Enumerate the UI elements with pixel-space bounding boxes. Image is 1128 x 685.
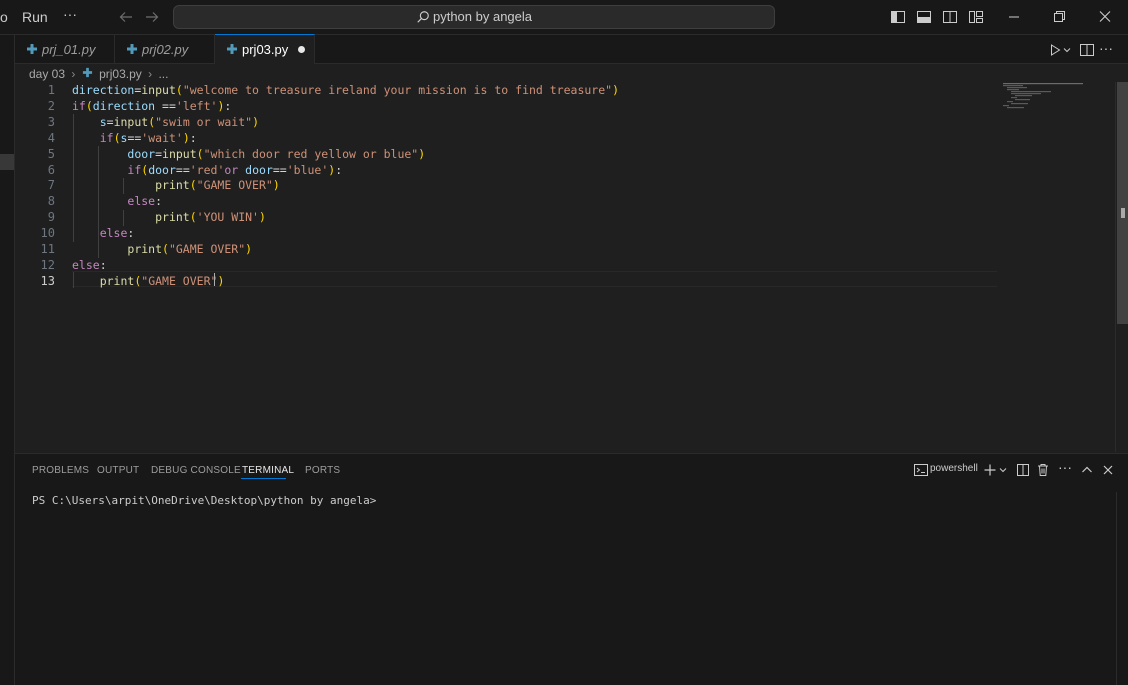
code-line[interactable]: door=input("which door red yellow or blu… [72, 146, 425, 162]
line-number[interactable]: 11 [15, 241, 55, 257]
run-options-chevron-down-icon[interactable] [1062, 42, 1072, 58]
toggle-secondary-sidebar-icon[interactable] [942, 9, 958, 25]
activity-bar-active-item[interactable] [0, 154, 14, 170]
python-file-icon [126, 43, 138, 55]
line-number[interactable]: 3 [15, 114, 55, 130]
bottom-panel: PROBLEMS OUTPUT DEBUG CONSOLE TERMINAL P… [15, 453, 1128, 685]
python-file-icon [82, 67, 93, 81]
tab-terminal[interactable]: TERMINAL [242, 465, 294, 476]
line-number[interactable]: 4 [15, 130, 55, 146]
code-line[interactable]: else: [72, 193, 162, 209]
command-center-search[interactable]: python by angela [173, 5, 775, 29]
close-window-icon[interactable] [1095, 8, 1115, 26]
active-tab-indicator [241, 478, 286, 479]
search-label: python by angela [432, 9, 533, 24]
tab-label: prj03.py [242, 42, 289, 57]
panel-more-actions-icon[interactable]: ··· [1058, 459, 1074, 475]
line-number[interactable]: 13 [15, 273, 55, 289]
text-cursor [214, 273, 215, 286]
back-arrow-icon[interactable] [115, 6, 137, 28]
code-line[interactable]: else: [72, 257, 107, 273]
forward-arrow-icon[interactable] [141, 6, 163, 28]
line-number[interactable]: 10 [15, 225, 55, 241]
toggle-panel-icon[interactable] [916, 9, 932, 25]
code-line[interactable]: else: [72, 225, 135, 241]
code-line[interactable]: print("GAME OVER") [72, 273, 225, 289]
line-number[interactable]: 8 [15, 193, 55, 209]
search-icon [416, 9, 433, 24]
tab-debug-console[interactable]: DEBUG CONSOLE [151, 465, 241, 476]
menu-run[interactable]: Run [22, 9, 48, 25]
title-bar: o Run ··· python by angela [0, 0, 1128, 35]
tab-prj-01[interactable]: prj_01.py [15, 35, 115, 64]
code-line[interactable]: if(door=='red'or door=='blue'): [72, 162, 342, 178]
line-number[interactable]: 2 [15, 98, 55, 114]
tab-problems[interactable]: PROBLEMS [32, 465, 89, 476]
restore-icon[interactable] [1049, 8, 1069, 26]
code-line[interactable]: print('YOU WIN') [72, 209, 266, 225]
breadcrumb: day 03 › prj03.py › ... [29, 66, 168, 82]
editor-scrollbar-thumb[interactable] [1117, 82, 1128, 324]
minimize-icon[interactable] [1004, 8, 1024, 26]
line-number[interactable]: 12 [15, 257, 55, 273]
tab-ports[interactable]: PORTS [305, 465, 340, 476]
customize-layout-icon[interactable] [968, 9, 984, 25]
split-terminal-icon[interactable] [1015, 462, 1031, 478]
run-python-file-icon[interactable] [1047, 42, 1063, 58]
editor-scrollbar-cursor-marker [1121, 208, 1125, 218]
new-terminal-plus-icon[interactable] [982, 462, 998, 478]
code-line[interactable]: if(s=='wait'): [72, 130, 197, 146]
code-line[interactable]: if(direction =='left'): [72, 98, 231, 114]
minimap[interactable] [1003, 82, 1093, 122]
code-line[interactable]: direction=input("welcome to treasure ire… [72, 82, 619, 98]
tab-label: prj_01.py [42, 42, 96, 57]
code-line[interactable]: print("GAME OVER") [72, 241, 252, 257]
breadcrumb-symbol[interactable]: ... [158, 67, 168, 81]
activity-bar [0, 35, 15, 685]
terminal-vertical-scrollbar[interactable] [1116, 492, 1128, 685]
breadcrumb-folder[interactable]: day 03 [29, 67, 65, 81]
python-file-icon [226, 43, 238, 55]
menu-partial-item[interactable]: o [0, 9, 8, 25]
breadcrumb-file[interactable]: prj03.py [99, 67, 142, 81]
menu-more-button[interactable]: ··· [63, 6, 77, 22]
line-number[interactable]: 9 [15, 209, 55, 225]
line-number[interactable]: 7 [15, 177, 55, 193]
chevron-right-icon: › [148, 66, 153, 81]
terminal-launch-profile-chevron-down-icon[interactable] [998, 462, 1008, 478]
editor-tab-bar: prj_01.py prj02.py prj03.py ··· [15, 34, 1128, 64]
split-editor-icon[interactable] [1079, 42, 1095, 58]
tab-output[interactable]: OUTPUT [97, 465, 139, 476]
chevron-right-icon: › [71, 66, 76, 81]
code-line[interactable]: print("GAME OVER") [72, 177, 280, 193]
terminal-prompt[interactable]: PS C:\Users\arpit\OneDrive\Desktop\pytho… [32, 494, 376, 507]
python-file-icon [26, 43, 38, 55]
terminal-shell-name[interactable]: powershell [930, 463, 978, 474]
unsaved-changes-dot-icon[interactable] [298, 46, 305, 53]
tab-label: prj02.py [142, 42, 189, 57]
maximize-panel-chevron-up-icon[interactable] [1079, 462, 1095, 478]
code-line[interactable]: s=input("swim or wait") [72, 114, 259, 130]
tab-prj02[interactable]: prj02.py [115, 35, 215, 64]
close-panel-icon[interactable] [1100, 462, 1116, 478]
line-number[interactable]: 5 [15, 146, 55, 162]
kill-terminal-trash-icon[interactable] [1035, 462, 1051, 478]
tab-prj03[interactable]: prj03.py [215, 34, 315, 64]
line-number[interactable]: 1 [15, 82, 55, 98]
terminal-icon [913, 462, 929, 478]
toggle-primary-sidebar-icon[interactable] [890, 9, 906, 25]
code-editor[interactable]: 1 2 3 4 5 6 7 8 9 10 11 12 13 direction=input("welco… [15, 82, 1115, 452]
line-number[interactable]: 6 [15, 162, 55, 178]
editor-more-actions-icon[interactable]: ··· [1099, 40, 1115, 56]
